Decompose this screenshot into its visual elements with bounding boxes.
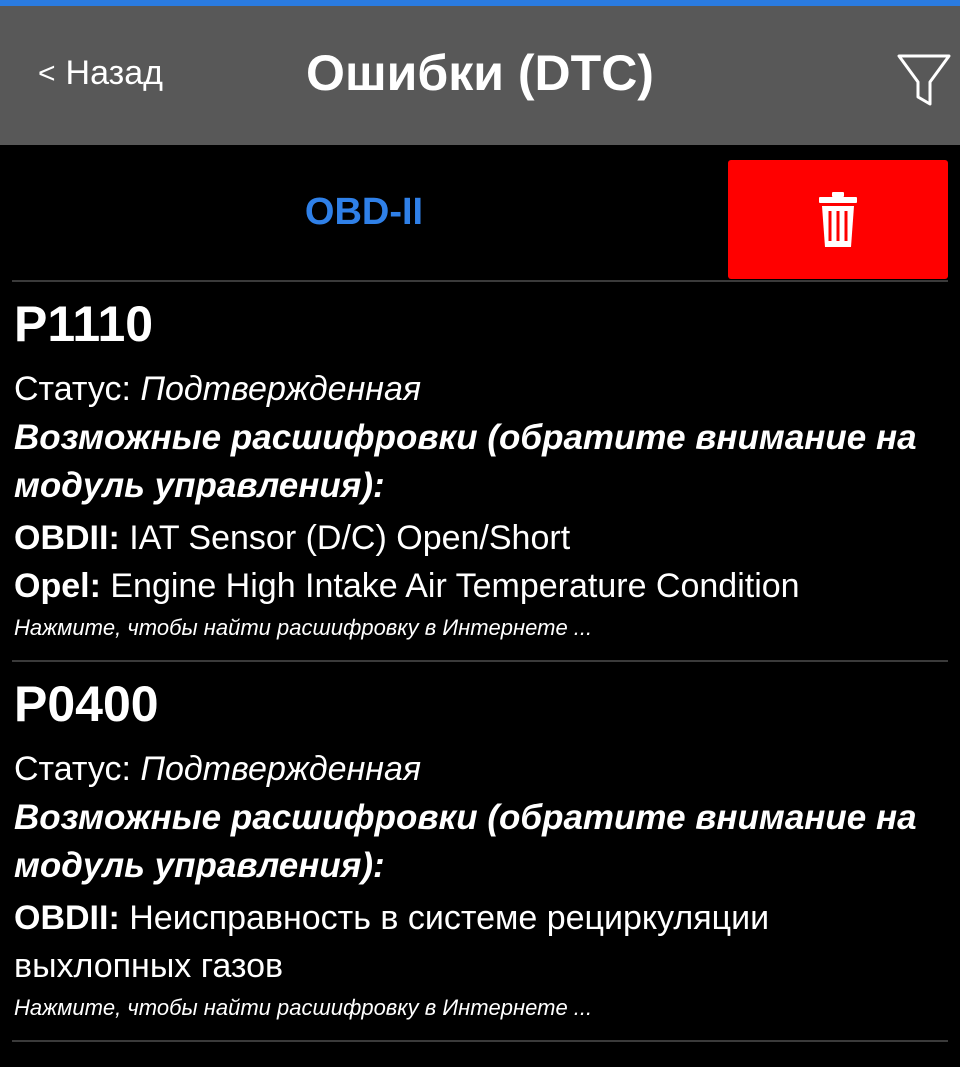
decoding-line: Opel: Engine High Intake Air Temperature… — [14, 562, 948, 610]
dtc-code: P0400 — [14, 676, 159, 732]
search-online-link[interactable]: Нажмите, чтобы найти расшифровку в Интер… — [14, 610, 948, 660]
divider — [12, 1040, 948, 1042]
possible-decodings-label: Возможные расшифровки (обратите внимание… — [14, 798, 917, 885]
dtc-status: Статус: Подтвержденная — [14, 366, 948, 412]
decoding-line: OBDII: Неисправность в системе рециркуля… — [14, 894, 948, 990]
decoding-text: Engine High Intake Air Temperature Condi… — [110, 567, 800, 605]
dtc-toolbar: OBD-II — [0, 145, 960, 280]
decoding-text: Неисправность в системе рециркуляции вых… — [14, 899, 770, 985]
delete-button[interactable] — [728, 160, 948, 279]
status-value: Подтвержденная — [140, 370, 422, 408]
filter-icon[interactable] — [896, 50, 952, 110]
decoding-source: OBDII: — [14, 899, 120, 937]
decoding-source: OBDII: — [14, 519, 120, 557]
navigation-bar: < Назад Ошибки (DTC) — [0, 6, 960, 145]
trash-icon — [819, 191, 857, 247]
page-title: Ошибки (DTC) — [306, 45, 654, 101]
possible-decodings-label: Возможные расшифровки (обратите внимание… — [14, 418, 917, 505]
status-value: Подтвержденная — [140, 750, 422, 788]
decoding-line: OBDII: IAT Sensor (D/C) Open/Short — [14, 514, 948, 562]
status-label: Статус: — [14, 370, 131, 408]
dtc-code: P1110 — [14, 296, 154, 352]
tab-obd-ii[interactable]: OBD-II — [0, 145, 728, 280]
dtc-status: Статус: Подтвержденная — [14, 746, 948, 792]
search-online-link[interactable]: Нажмите, чтобы найти расшифровку в Интер… — [14, 990, 948, 1040]
decoding-source: Opel: — [14, 567, 101, 605]
dtc-entry[interactable]: P0400 Статус: Подтвержденная Возможные р… — [0, 662, 960, 1040]
dtc-entry[interactable]: P1110 Статус: Подтвержденная Возможные р… — [0, 282, 960, 660]
status-label: Статус: — [14, 750, 131, 788]
decoding-text: IAT Sensor (D/C) Open/Short — [129, 519, 571, 557]
